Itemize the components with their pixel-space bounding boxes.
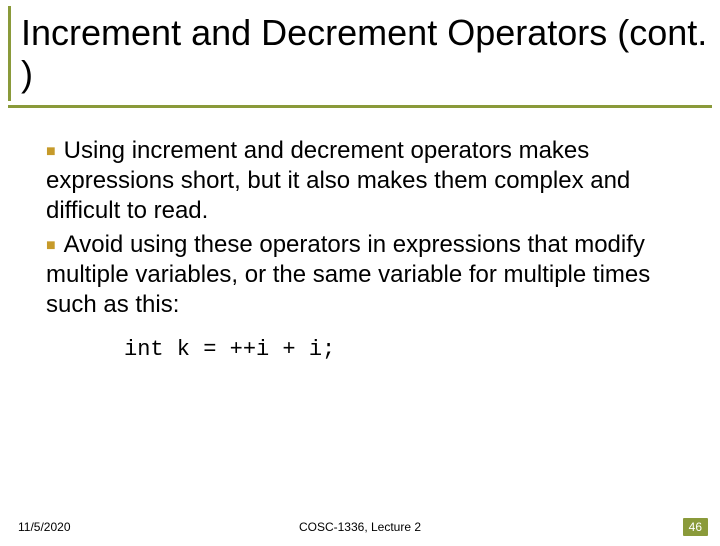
bullet-text: Using increment and decrement operators … [46,137,630,224]
bullet-item: ■Avoid using these operators in expressi… [46,230,674,320]
title-rule: Increment and Decrement Operators (cont.… [8,6,712,108]
title-rule-left: Increment and Decrement Operators (cont.… [8,6,712,101]
bullet-text: Avoid using these operators in expressio… [46,231,650,318]
code-sample: int k = ++i + i; [124,336,674,364]
square-bullet-icon: ■ [46,236,56,256]
square-bullet-icon: ■ [46,142,56,162]
slide: Increment and Decrement Operators (cont.… [0,6,720,546]
slide-title: Increment and Decrement Operators (cont.… [21,12,712,95]
bullet-item: ■Using increment and decrement operators… [46,136,674,226]
slide-body: ■Using increment and decrement operators… [0,108,720,364]
footer-page-number: 46 [683,518,708,536]
footer-center: COSC-1336, Lecture 2 [0,520,720,534]
